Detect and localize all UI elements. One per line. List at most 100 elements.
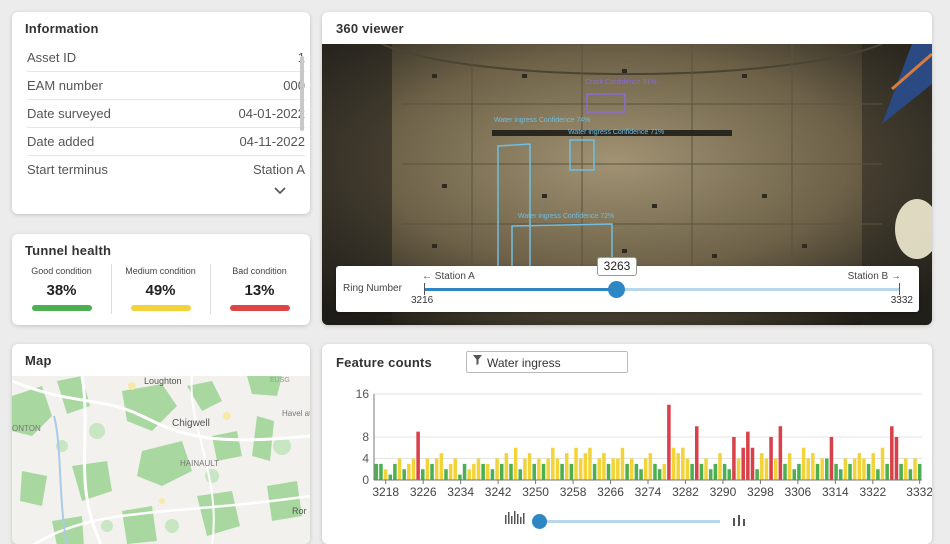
info-scrollbar[interactable] <box>300 56 304 131</box>
chart-bar[interactable] <box>848 463 852 480</box>
map-view[interactable]: Loughton Chigwell HAINAULT ONTON Havel a… <box>12 376 310 544</box>
chart-bar[interactable] <box>750 447 755 480</box>
chart-bar[interactable] <box>866 463 871 480</box>
chart-bar[interactable] <box>574 447 578 480</box>
chart-bar[interactable] <box>894 437 899 480</box>
chart-bar[interactable] <box>667 404 671 480</box>
chart-bar[interactable] <box>653 463 657 480</box>
chart-bar[interactable] <box>606 463 611 480</box>
chart-bar[interactable] <box>434 458 439 481</box>
chart-bar[interactable] <box>792 469 797 480</box>
sparse-bars-icon[interactable] <box>733 513 747 531</box>
chart-bar[interactable] <box>681 447 685 480</box>
chart-bar[interactable] <box>495 458 499 481</box>
chart-bar[interactable] <box>523 458 527 481</box>
chart-bar[interactable] <box>783 463 787 480</box>
chart-bar[interactable] <box>379 463 383 480</box>
chart-bar[interactable] <box>583 453 588 480</box>
chart-bar[interactable] <box>411 458 416 481</box>
chart-bar[interactable] <box>704 458 708 481</box>
chart-bar[interactable] <box>481 463 485 480</box>
chart-bar[interactable] <box>862 458 866 481</box>
chart-bar[interactable] <box>778 426 783 480</box>
chart-bar[interactable] <box>504 453 509 480</box>
chart-bar[interactable] <box>537 458 541 481</box>
chart-bar[interactable] <box>746 431 750 480</box>
chart-bar[interactable] <box>444 469 448 480</box>
chart-bar[interactable] <box>694 426 699 480</box>
chart-bar[interactable] <box>592 463 597 480</box>
chart-bar[interactable] <box>764 458 769 481</box>
chart-bar[interactable] <box>727 469 732 480</box>
chart-bar[interactable] <box>527 453 532 480</box>
chart-bar[interactable] <box>462 463 467 480</box>
chart-bar[interactable] <box>374 463 379 480</box>
chart-bar[interactable] <box>509 463 513 480</box>
chart-bar[interactable] <box>671 447 676 480</box>
dense-bars-icon[interactable] <box>505 511 525 529</box>
chart-bar[interactable] <box>708 469 713 480</box>
chart-bar[interactable] <box>425 458 430 481</box>
chart-bar[interactable] <box>787 453 792 480</box>
chart-bar[interactable] <box>843 458 848 481</box>
chart-bar[interactable] <box>741 447 745 480</box>
chart-bar[interactable] <box>551 447 555 480</box>
ring-slider-thumb[interactable] <box>608 281 625 298</box>
chart-bar[interactable] <box>690 463 694 480</box>
chart-bar[interactable] <box>908 469 913 480</box>
chart-bar[interactable] <box>820 458 824 481</box>
chart-bar[interactable] <box>732 437 736 480</box>
chart-bar[interactable] <box>718 453 722 480</box>
chart-bar[interactable] <box>564 453 569 480</box>
chart-bar[interactable] <box>913 458 917 481</box>
chart-bar[interactable] <box>476 458 481 481</box>
chart-bar[interactable] <box>472 463 476 480</box>
chart-bar[interactable] <box>773 458 778 481</box>
chart-bar[interactable] <box>643 458 648 481</box>
zoom-slider-track[interactable] <box>540 520 720 523</box>
chart-bar[interactable] <box>760 453 764 480</box>
chart-bar[interactable] <box>611 458 615 481</box>
chevron-down-icon[interactable] <box>274 184 286 198</box>
chart-bar[interactable] <box>838 469 843 480</box>
chart-bar[interactable] <box>532 463 536 480</box>
chart-bar[interactable] <box>393 463 397 480</box>
chart-bar[interactable] <box>713 463 718 480</box>
chart-bar[interactable] <box>490 469 495 480</box>
chart-bar[interactable] <box>755 469 759 480</box>
chart-bar[interactable] <box>815 463 820 480</box>
chart-bar[interactable] <box>685 458 690 481</box>
chart-bar[interactable] <box>402 469 406 480</box>
chart-bar[interactable] <box>430 463 434 480</box>
chart-bar[interactable] <box>876 469 880 480</box>
chart-bar[interactable] <box>903 458 908 481</box>
chart-bar[interactable] <box>699 463 704 480</box>
chart-bar[interactable] <box>834 463 838 480</box>
chart-bar[interactable] <box>890 426 894 480</box>
chart-bar[interactable] <box>639 469 643 480</box>
chart-bar[interactable] <box>388 474 393 480</box>
chart-bar[interactable] <box>602 453 606 480</box>
chart-bar[interactable] <box>467 469 471 480</box>
zoom-slider-thumb[interactable] <box>532 514 547 529</box>
chart-bar[interactable] <box>857 453 862 480</box>
chart-bar[interactable] <box>880 447 885 480</box>
chart-bar[interactable] <box>569 463 574 480</box>
chart-bar[interactable] <box>383 469 388 480</box>
chart-bar[interactable] <box>458 474 462 480</box>
chart-bar[interactable] <box>885 463 889 480</box>
chart-bar[interactable] <box>871 453 876 480</box>
chart-bar[interactable] <box>560 463 564 480</box>
chart-bar[interactable] <box>797 463 801 480</box>
chart-bar[interactable] <box>625 463 629 480</box>
chart-bar[interactable] <box>662 463 667 480</box>
chart-bar[interactable] <box>825 458 829 481</box>
chart-bar[interactable] <box>397 458 402 481</box>
chart-bar[interactable] <box>597 458 602 481</box>
chart-bar[interactable] <box>917 463 922 480</box>
chart-bar[interactable] <box>407 463 411 480</box>
chart-bar[interactable] <box>416 431 420 480</box>
chart-bar[interactable] <box>518 469 523 480</box>
chart-bar[interactable] <box>546 458 550 481</box>
chart-bar[interactable] <box>806 458 810 481</box>
